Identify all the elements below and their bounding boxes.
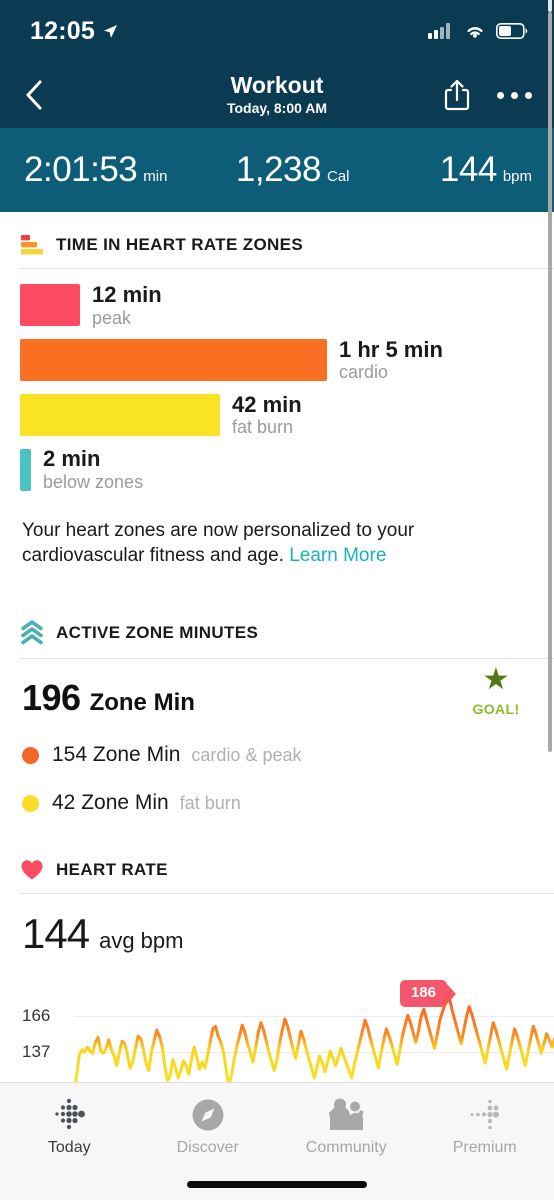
- hr-zone-name: below zones: [43, 471, 144, 492]
- hr-zone-bar-fat-burn: [20, 393, 220, 436]
- tab-community[interactable]: Community: [277, 1083, 416, 1171]
- share-icon[interactable]: [443, 78, 471, 112]
- tab-label: Discover: [176, 1138, 239, 1156]
- azm-breakdown-value: 154 Zone Min: [52, 743, 181, 767]
- cellular-signal-icon: [428, 23, 450, 39]
- tab-list: Today Discover Community Premium: [0, 1083, 554, 1171]
- chevrons-up-icon: [21, 620, 43, 645]
- summary-duration-unit: min: [143, 168, 168, 185]
- hr-zone-name: peak: [92, 307, 132, 328]
- compass-icon: [190, 1098, 226, 1132]
- azm-breakdown-value: 42 Zone Min: [52, 791, 169, 815]
- heart-rate-average-value: 144: [22, 910, 90, 958]
- tab-label: Community: [305, 1138, 387, 1156]
- status-bar-right: [428, 22, 528, 40]
- status-bar-clock: 12:05: [30, 16, 95, 45]
- hr-zone-name: cardio: [339, 362, 389, 383]
- star-icon: ★: [482, 663, 510, 697]
- hr-zone-row: 1 hr 5 min cardio: [0, 336, 554, 393]
- summary-duration-value: 2:01:53: [24, 150, 138, 189]
- azm-breakdown-name: fat burn: [179, 792, 241, 813]
- summary-heart-rate-value: 144: [439, 150, 497, 189]
- hr-zone-value: 42 min: [232, 391, 302, 417]
- bar-chart-icon: [21, 235, 43, 255]
- hr-zone-value: 1 hr 5 min: [339, 336, 443, 362]
- hr-zone-bar-list: 12 min peak 1 hr 5 min cardio 42 min fat…: [0, 269, 554, 502]
- hr-zone-value: 2 min: [43, 446, 101, 472]
- goal-badge: ★ GOAL!: [456, 663, 536, 718]
- summary-calories-value: 1,238: [235, 150, 322, 189]
- hr-zone-bar-cardio: [20, 339, 327, 382]
- tab-label: Today: [47, 1138, 91, 1156]
- summary-duration: 2:01:53 min: [24, 150, 167, 190]
- fitbit-dots-icon: [48, 1098, 90, 1132]
- azm-breakdown-row: 42 Zone Min fat burn: [22, 791, 534, 815]
- people-icon: [325, 1098, 367, 1132]
- workout-summary-bar: 2:01:53 min 1,238 Cal 144 bpm: [0, 128, 554, 212]
- summary-heart-rate-unit: bpm: [502, 168, 532, 185]
- hr-zones-note: Your heart zones are now personalized to…: [0, 502, 554, 568]
- azm-breakdown-row: 154 Zone Min cardio & peak: [22, 743, 534, 767]
- wifi-icon: [467, 27, 483, 38]
- heart-icon: [21, 860, 43, 880]
- more-dot: [525, 91, 532, 99]
- chart-ytick-upper: 166: [22, 1006, 51, 1026]
- location-arrow-icon: [103, 24, 118, 38]
- hr-zone-label: 1 hr 5 min cardio: [339, 336, 443, 383]
- hr-zone-name: fat burn: [232, 417, 294, 438]
- premium-dots-icon: [464, 1098, 506, 1132]
- heart-rate-average: 144 avg bpm: [22, 910, 554, 958]
- chart-ytick-lower: 137: [22, 1042, 51, 1062]
- scrollbar-thumb[interactable]: [548, 12, 552, 752]
- azm-color-dot-cardio-peak: [22, 746, 39, 764]
- more-options-icon[interactable]: [497, 91, 532, 99]
- summary-calories: 1,238 Cal: [167, 150, 439, 190]
- summary-heart-rate: 144 bpm: [440, 150, 532, 190]
- chevron-left-icon: [26, 80, 42, 110]
- battery-icon: [496, 23, 528, 39]
- scrollbar-thumb-top[interactable]: [548, 0, 552, 12]
- azm-body: 196 Zone Min ★ GOAL! 154 Zone Min cardio…: [0, 659, 554, 815]
- status-bar-left: 12:05: [30, 17, 118, 46]
- more-dot: [497, 91, 504, 99]
- tab-label: Premium: [452, 1138, 517, 1156]
- more-dot: [511, 91, 518, 99]
- scroll-content[interactable]: TIME IN HEART RATE ZONES 12 min peak 1 h…: [0, 0, 554, 1105]
- azm-total-value: 196: [22, 677, 81, 719]
- goal-label: GOAL!: [472, 701, 520, 718]
- home-indicator: [187, 1181, 367, 1188]
- tab-bar: Today Discover Community Premium: [0, 1082, 554, 1200]
- hr-zone-bar-below-zones: [20, 448, 31, 491]
- section-title: TIME IN HEART RATE ZONES: [56, 235, 304, 254]
- nav-actions: [443, 78, 532, 112]
- summary-calories-unit: Cal: [326, 168, 350, 185]
- azm-color-dot-fat-burn: [22, 794, 39, 812]
- hr-zone-bar-peak: [20, 284, 80, 327]
- hr-zone-row: 12 min peak: [0, 282, 554, 338]
- section-title: HEART RATE: [56, 860, 168, 880]
- heart-rate-average-unit: avg bpm: [99, 928, 184, 954]
- azm-breakdown-name: cardio & peak: [191, 744, 302, 765]
- section-title: ACTIVE ZONE MINUTES: [56, 623, 259, 643]
- section-header-heart-rate: HEART RATE: [0, 815, 554, 893]
- tab-today[interactable]: Today: [0, 1083, 139, 1171]
- azm-total-unit: Zone Min: [89, 689, 195, 717]
- hr-zone-value: 12 min: [92, 282, 162, 307]
- hr-zone-label: 12 min peak: [92, 282, 162, 328]
- hr-zone-row: 42 min fat burn: [0, 391, 554, 448]
- status-bar: 12:05: [0, 0, 554, 62]
- section-header-azm: ACTIVE ZONE MINUTES: [0, 568, 554, 658]
- hr-zone-label: 42 min fat burn: [232, 391, 302, 438]
- hr-zone-label: 2 min below zones: [43, 447, 143, 492]
- tab-premium[interactable]: Premium: [416, 1083, 554, 1171]
- back-button[interactable]: [14, 79, 54, 111]
- heart-rate-body: 144 avg bpm 166 137 186: [0, 894, 554, 1104]
- section-header-hr-zones: TIME IN HEART RATE ZONES: [0, 212, 554, 268]
- hr-zone-row: 2 min below zones: [0, 447, 554, 502]
- learn-more-link[interactable]: Learn More: [289, 545, 386, 566]
- tab-discover[interactable]: Discover: [139, 1083, 278, 1171]
- nav-bar: Workout Today, 8:00 AM: [0, 62, 554, 128]
